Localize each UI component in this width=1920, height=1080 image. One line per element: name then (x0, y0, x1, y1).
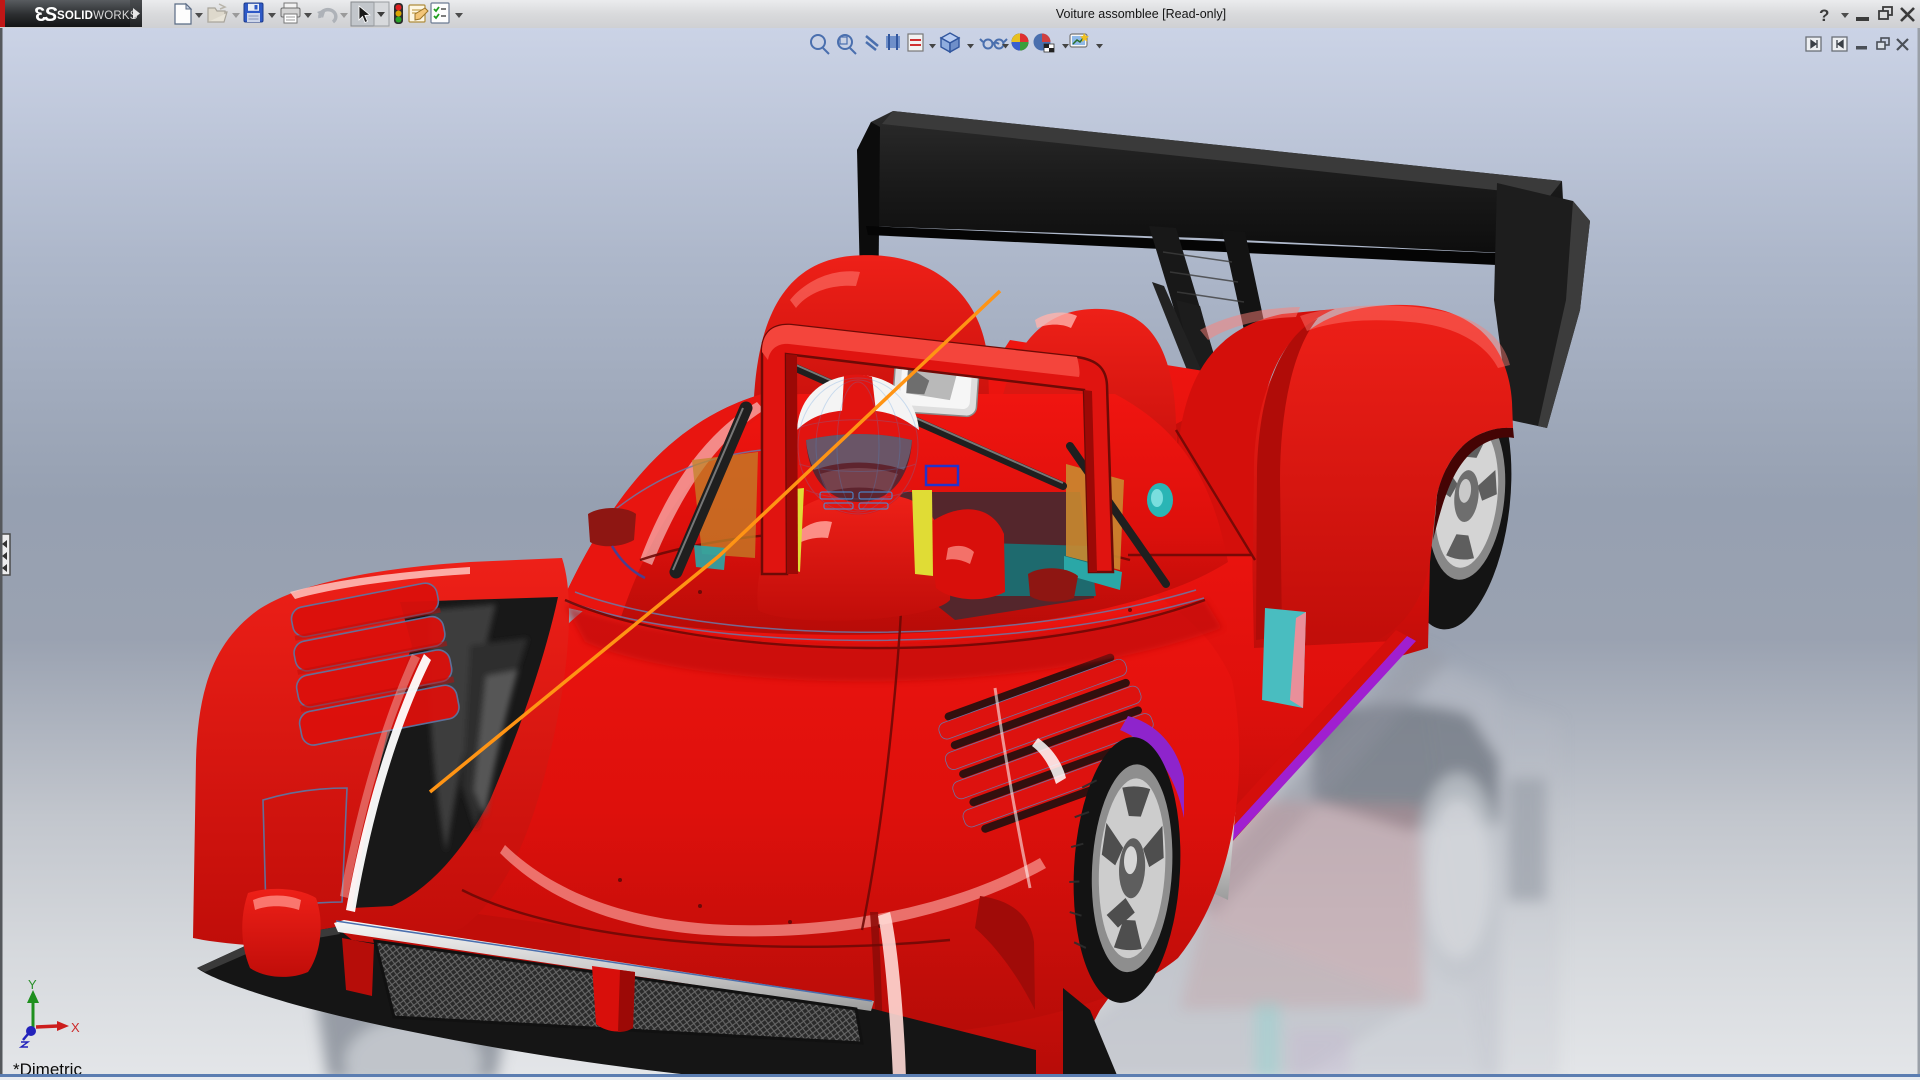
svg-text:Y: Y (28, 977, 37, 992)
svg-text:X: X (71, 1020, 80, 1035)
